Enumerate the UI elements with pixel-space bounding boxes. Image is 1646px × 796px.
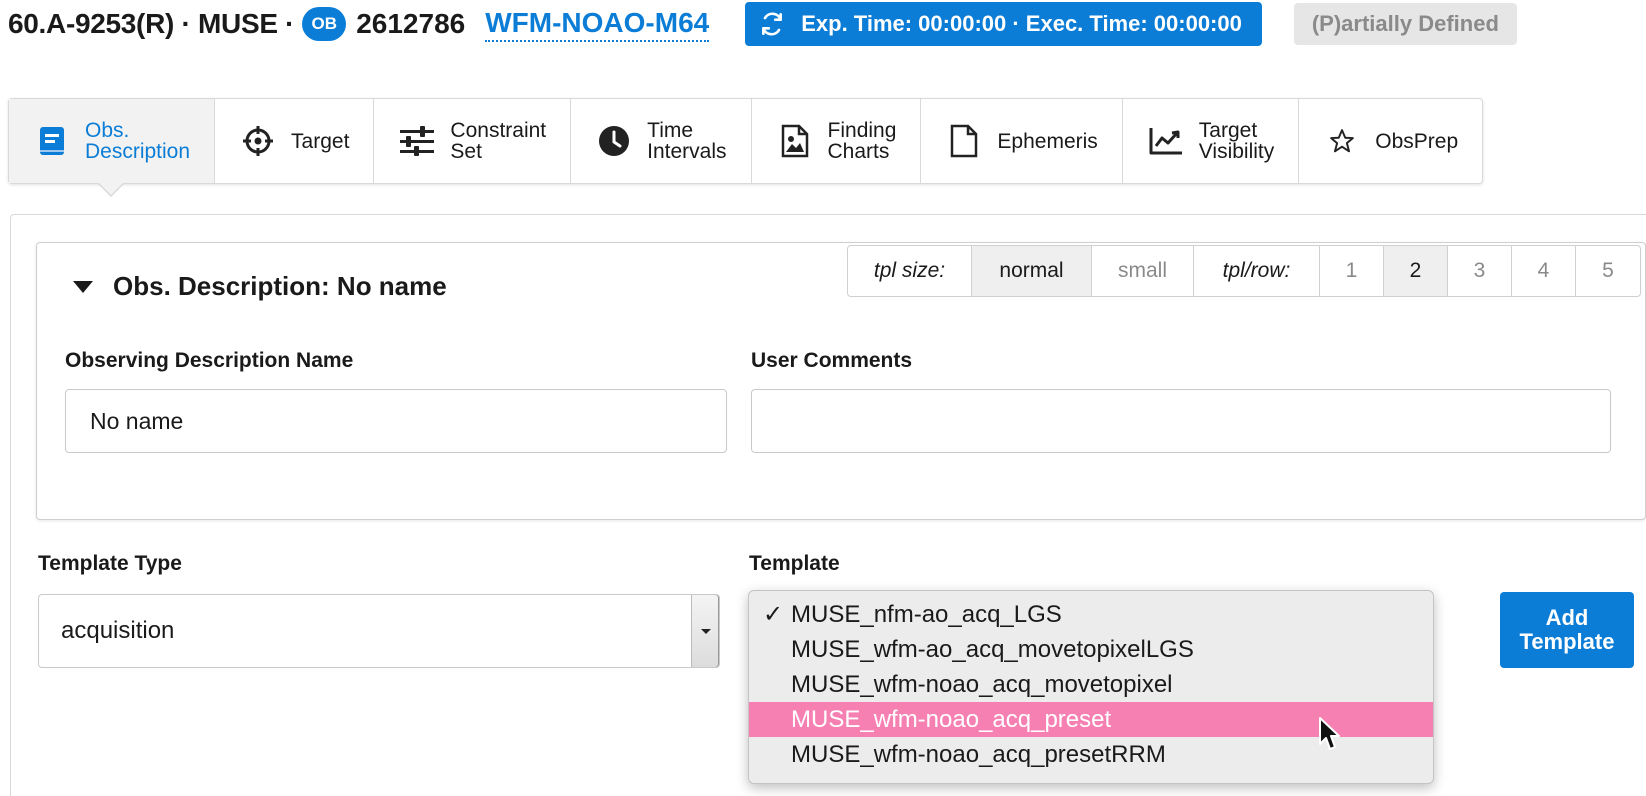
collapse-caret-icon[interactable] — [73, 280, 93, 293]
ob-header: 60.A-9253(R) · MUSE · OB 2612786 WFM-NOA… — [8, 2, 1517, 46]
add-template-button[interactable]: Add Template — [1500, 592, 1634, 668]
tab-label: Target Visibility — [1198, 119, 1275, 163]
template-label: Template — [749, 552, 840, 575]
tab-obs-description[interactable]: Obs. Description — [9, 99, 216, 197]
tpl-row-2-button[interactable]: 2 — [1384, 246, 1448, 296]
tpl-size-small-button[interactable]: small — [1092, 246, 1194, 296]
crosshair-icon — [241, 124, 275, 158]
tab-finding-charts[interactable]: Finding Charts — [752, 99, 922, 183]
star-icon — [1325, 124, 1359, 158]
tab-label: Obs. Description — [85, 119, 191, 163]
template-option[interactable]: MUSE_wfm-ao_acq_movetopixelLGS — [749, 632, 1433, 667]
line-chart-icon — [1149, 124, 1183, 158]
exec-time-label: Exp. Time: 00:00:00 · Exec. Time: 00:00:… — [801, 11, 1242, 36]
checkmark-icon: ✓ — [763, 601, 784, 628]
tab-time-intervals[interactable]: Time Intervals — [571, 99, 752, 183]
template-option[interactable]: MUSE_wfm-noao_acq_movetopixel — [749, 667, 1433, 702]
tab-label: ObsPrep — [1375, 129, 1459, 153]
obs-name-input[interactable]: No name — [65, 389, 727, 453]
template-option-label: MUSE_wfm-noao_acq_preset — [791, 705, 1112, 733]
tab-target-visibility[interactable]: Target Visibility — [1123, 99, 1300, 183]
clock-icon — [597, 124, 631, 158]
tab-target[interactable]: Target — [215, 99, 375, 183]
tab-ephemeris[interactable]: Ephemeris — [921, 99, 1123, 183]
template-option-label: MUSE_nfm-ao_acq_LGS — [791, 600, 1062, 628]
obs-description-title: Obs. Description: No name — [113, 271, 447, 301]
obs-description-card: Obs. Description: No name tpl size: norm… — [36, 242, 1646, 520]
tab-label: Target — [291, 129, 350, 153]
tpl-size-normal-button[interactable]: normal — [972, 246, 1092, 296]
tab-constraint-set[interactable]: Constraint Set — [374, 99, 572, 183]
obs-description-header[interactable]: Obs. Description: No name — [73, 271, 447, 302]
status-badge: (P)artially Defined — [1293, 3, 1517, 45]
user-comments-input[interactable] — [751, 389, 1611, 453]
ob-name-link[interactable]: WFM-NOAO-M64 — [485, 7, 710, 42]
book-icon — [35, 124, 69, 158]
refresh-exec-time-button[interactable]: Exp. Time: 00:00:00 · Exec. Time: 00:00:… — [745, 2, 1262, 46]
template-type-label: Template Type — [38, 552, 182, 575]
user-comments-label: User Comments — [751, 349, 913, 372]
obs-name-label: Observing Description Name — [65, 349, 354, 372]
tab-label: Time Intervals — [647, 119, 727, 163]
tpl-size-label: tpl size: — [848, 246, 972, 296]
sliders-icon — [400, 124, 435, 158]
template-type-value: acquisition — [61, 617, 175, 644]
template-option-label: MUSE_wfm-noao_acq_presetRRM — [791, 740, 1166, 768]
tpl-row-4-button[interactable]: 4 — [1512, 246, 1576, 296]
tpl-row-label: tpl/row: — [1194, 246, 1320, 296]
tab-bar: Obs. Description Target Constraint Set T… — [8, 98, 1484, 197]
tab-label: Ephemeris — [997, 129, 1098, 153]
tpl-row-3-button[interactable]: 3 — [1448, 246, 1512, 296]
template-layout-toolbar: tpl size: normal small tpl/row: 1 2 3 4 … — [847, 245, 1641, 297]
ob-number: 2612786 — [356, 8, 466, 39]
select-arrow-icon[interactable] — [691, 595, 719, 667]
tab-label: Finding Charts — [827, 119, 897, 163]
tab-obsprep[interactable]: ObsPrep — [1299, 99, 1482, 183]
mouse-cursor-icon — [1318, 716, 1342, 757]
image-file-icon — [778, 124, 812, 158]
ob-badge: OB — [302, 7, 347, 41]
template-option-label: MUSE_wfm-noao_acq_movetopixel — [791, 670, 1173, 698]
tpl-row-1-button[interactable]: 1 — [1320, 246, 1384, 296]
template-option[interactable]: ✓ MUSE_nfm-ao_acq_LGS — [749, 597, 1433, 632]
file-icon — [947, 124, 981, 158]
tpl-row-5-button[interactable]: 5 — [1576, 246, 1640, 296]
refresh-icon — [762, 12, 783, 36]
template-type-select[interactable]: acquisition — [38, 594, 720, 668]
tab-label: Constraint Set — [450, 119, 547, 163]
ob-run-id: 60.A-9253(R) · MUSE · — [8, 8, 295, 39]
template-option-label: MUSE_wfm-ao_acq_movetopixelLGS — [791, 635, 1194, 663]
